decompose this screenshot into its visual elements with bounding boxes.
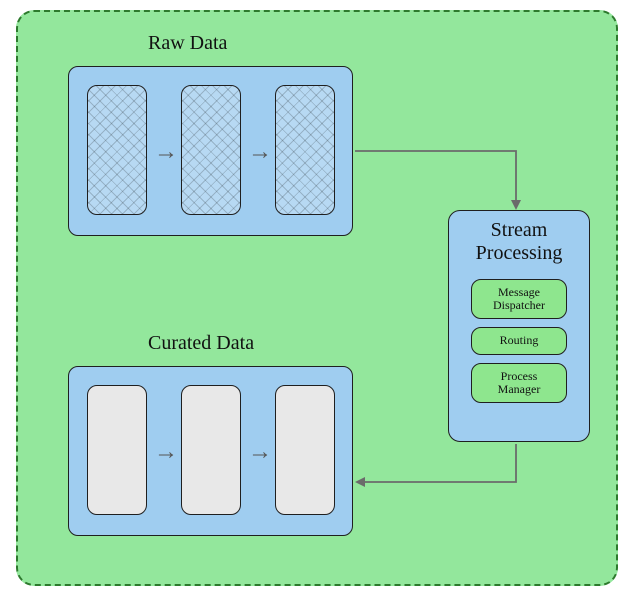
connector-stream-to-curated [18,12,620,588]
diagram-canvas: Raw Data → → Stream Processing Message D… [0,0,633,597]
outer-container: Raw Data → → Stream Processing Message D… [16,10,618,586]
